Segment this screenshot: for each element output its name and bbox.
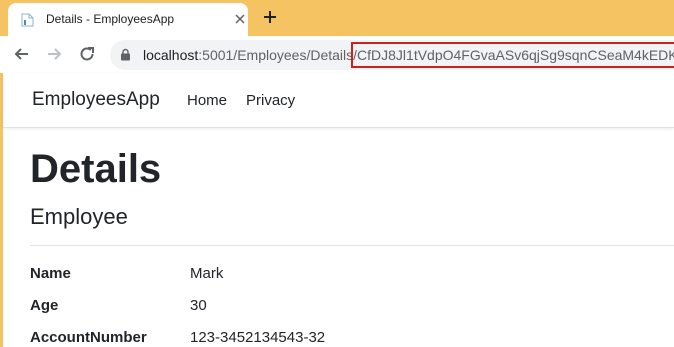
site-navbar: EmployeesApp Home Privacy [3,73,674,128]
close-icon[interactable] [234,13,246,25]
url-highlight-box [351,42,674,68]
detail-label-account-number: AccountNumber [30,329,147,346]
detail-label-name: Name [30,265,71,282]
back-icon[interactable] [12,44,32,64]
detail-label-age: Age [30,297,59,314]
url-host: localhost [143,47,199,63]
navbar-brand[interactable]: EmployeesApp [32,89,160,111]
tab-title: Details - EmployeesApp [46,12,175,26]
reload-icon[interactable] [77,44,97,64]
new-tab-icon[interactable] [262,9,278,25]
divider [30,245,674,246]
address-bar[interactable]: localhost:5001/Employees/Details/CfDJ8Jl… [110,40,674,70]
browser-toolbar: localhost:5001/Employees/Details/CfDJ8Jl… [0,36,674,73]
forward-icon[interactable] [44,44,64,64]
browser-window: Details - EmployeesApp localhost:5001/Em… [0,0,674,347]
detail-value-age: 30 [190,297,207,314]
lock-icon[interactable] [120,48,131,61]
nav-link-home[interactable]: Home [187,92,227,109]
section-subtitle: Employee [30,204,128,229]
tab-strip: Details - EmployeesApp [0,0,674,36]
nav-link-privacy[interactable]: Privacy [246,92,295,109]
web-page: EmployeesApp Home Privacy Details Employ… [3,73,674,347]
browser-tab[interactable]: Details - EmployeesApp [8,3,248,36]
page-icon [21,13,34,27]
page-title: Details [30,147,162,191]
detail-value-name: Mark [190,265,224,282]
url-path: :5001/Employees/Details/ [198,47,358,63]
detail-value-account-number: 123-3452134543-32 [190,329,326,346]
